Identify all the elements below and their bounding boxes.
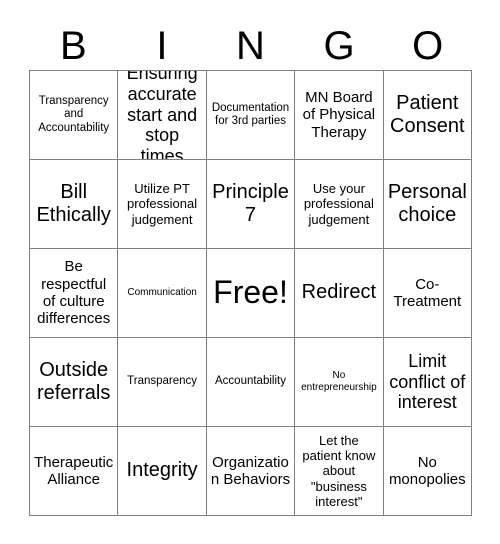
bingo-header-letter-i: I [156,24,168,68]
bingo-cell-label: Accountability [215,375,286,388]
bingo-cell-label: No entrepreneurship [301,370,377,393]
bingo-cell-label: Personal choice [387,180,467,226]
bingo-cell-r2-c1[interactable]: Bill Ethically [30,160,119,249]
bingo-cell-r4-c2[interactable]: Transparency [118,338,207,427]
bingo-cell-r5-c1[interactable]: Therapeutic Alliance [30,427,119,516]
bingo-grid: Transparency and Accountability Ensuring … [29,70,472,516]
bingo-cell-r5-c2[interactable]: Integrity [118,427,207,516]
bingo-cell-r1-c2[interactable]: Ensuring accurate start and stop times [118,71,207,160]
bingo-cell-r1-c4[interactable]: MN Board of Physical Therapy [295,71,384,160]
bingo-header-letter-b: B [59,24,87,68]
bingo-cell-label: Utilize PT professional judgement [127,181,198,227]
bingo-cell-r4-c4[interactable]: No entrepreneurship [295,338,384,427]
bingo-cell-label: Communication [127,287,197,299]
bingo-header-letter-n: N [236,24,265,68]
bingo-cell-label: Transparency [127,375,198,388]
bingo-cell-r3-c2[interactable]: Communication [118,249,207,338]
bingo-cell-r3-c5[interactable]: Co-Treatment [383,249,472,338]
bingo-cell-label: Let the patient know about "business int… [302,433,376,509]
bingo-cell-label: Ensuring accurate start and stop times [126,71,198,160]
bingo-cell-r2-c2[interactable]: Utilize PT professional judgement [118,160,207,249]
bingo-cell-label: Outside referrals [37,358,111,404]
bingo-cell-r3-c4[interactable]: Redirect [295,249,384,338]
bingo-cell-label: No monopolies [388,453,466,488]
bingo-header-letter-o: O [412,24,444,68]
bingo-cell-label: Principle 7 [212,180,289,226]
bingo-cell-r5-c3[interactable]: Organization Behaviors [206,427,296,516]
bingo-header-row: BINGO [29,22,472,70]
bingo-cell-r2-c3[interactable]: Principle 7 [206,160,296,249]
bingo-cell-label: Free! [213,274,288,311]
bingo-cell-label: Organization Behaviors [210,453,291,488]
bingo-cell-label: Use your professional judgement [303,181,374,227]
bingo-cell-label: Limit conflict of interest [389,350,466,413]
bingo-cell-r2-c4[interactable]: Use your professional judgement [295,160,384,249]
bingo-cell-label: MN Board of Physical Therapy [302,88,376,141]
bingo-cell-label: Therapeutic Alliance [34,453,114,488]
bingo-cell-free[interactable]: Free! [206,249,296,338]
bingo-cell-label: Integrity [126,459,198,482]
bingo-cell-r1-c1[interactable]: Transparency and Accountability [30,71,119,160]
bingo-cell-label: Bill Ethically [36,180,111,226]
bingo-cell-label: Be respectful of culture differences [37,258,111,328]
bingo-cell-r2-c5[interactable]: Personal choice [383,160,472,249]
bingo-cell-label: Transparency and Accountability [38,95,110,134]
bingo-cell-r3-c1[interactable]: Be respectful of culture differences [30,249,119,338]
bingo-cell-r4-c3[interactable]: Accountability [206,338,296,427]
bingo-cell-label: Co-Treatment [393,275,462,310]
bingo-cell-r1-c5[interactable]: Patient Consent [383,71,472,160]
bingo-cell-label: Documentation for 3rd parties [211,101,290,127]
bingo-cell-label: Redirect [301,281,377,304]
bingo-cell-label: Patient Consent [390,91,465,137]
bingo-card: B I N G O Transparency and Accountability Ens… [0,0,500,544]
bingo-cell-r4-c5[interactable]: Limit conflict of interest [383,338,472,427]
bingo-cell-r5-c5[interactable]: No monopolies [383,427,472,516]
bingo-header-letter-g: G [323,24,355,68]
bingo-cell-r5-c4[interactable]: Let the patient know about "business int… [295,427,384,516]
bingo-cell-r1-c3[interactable]: Documentation for 3rd parties [206,71,296,160]
bingo-cell-r4-c1[interactable]: Outside referrals [30,338,119,427]
